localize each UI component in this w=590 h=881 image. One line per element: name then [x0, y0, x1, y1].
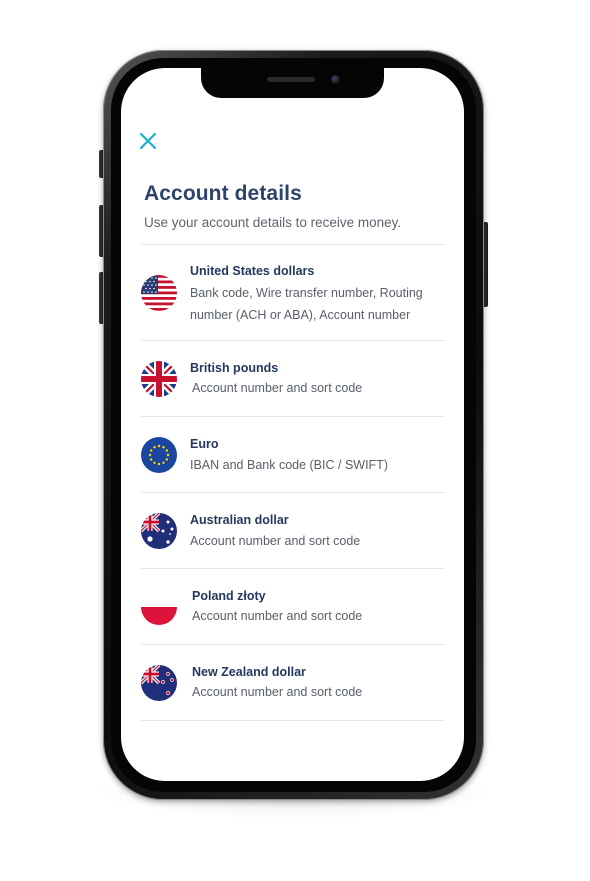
currency-row-pln[interactable]: Poland złoty Account number and sort cod…: [141, 569, 445, 645]
currency-name: Euro: [190, 437, 219, 451]
phone-mockup-stage: Account details Use your account details…: [0, 0, 590, 881]
currency-name: British pounds: [190, 361, 279, 375]
front-camera: [331, 75, 340, 84]
currency-name: Poland złoty: [192, 589, 266, 603]
currency-name: New Zealand dollar: [192, 665, 306, 679]
currency-row-eur[interactable]: Euro IBAN and Bank code (BIC / SWIFT): [141, 417, 445, 493]
new-zealand-flag-icon: [141, 665, 177, 701]
currency-name: Australian dollar: [190, 513, 289, 527]
us-flag-icon: [141, 275, 177, 311]
currency-row-gbp[interactable]: British pounds Account number and sort c…: [141, 341, 445, 417]
uk-flag-icon: [141, 361, 177, 397]
currency-row-aud[interactable]: Australian dollar Account number and sor…: [141, 493, 445, 569]
close-icon: [139, 132, 157, 150]
close-button[interactable]: [137, 130, 159, 152]
currency-details: Account number and sort code: [192, 609, 363, 623]
speaker-grille: [267, 77, 315, 82]
currency-details: Account number and sort code: [192, 685, 363, 699]
currency-name: United States dollars: [190, 264, 315, 278]
currency-row-usd[interactable]: United States dollars Bank code, Wire tr…: [141, 245, 445, 341]
currency-details: Account number and sort code: [190, 534, 361, 548]
currency-details: Account number and sort code: [192, 381, 363, 395]
page-subtitle: Use your account details to receive mone…: [144, 215, 402, 230]
eu-flag-icon: [141, 437, 177, 473]
currency-details: IBAN and Bank code (BIC / SWIFT): [190, 458, 388, 472]
currency-list: United States dollars Bank code, Wire tr…: [141, 244, 445, 721]
phone-frame: Account details Use your account details…: [103, 50, 484, 800]
page-title: Account details: [144, 182, 302, 205]
phone-screen: Account details Use your account details…: [121, 68, 464, 781]
australia-flag-icon: [141, 513, 177, 549]
currency-details: Bank code, Wire transfer number, Routing…: [190, 286, 423, 322]
currency-row-nzd[interactable]: New Zealand dollar Account number and so…: [141, 645, 445, 721]
poland-flag-icon: [141, 589, 177, 625]
phone-notch: [201, 68, 384, 98]
